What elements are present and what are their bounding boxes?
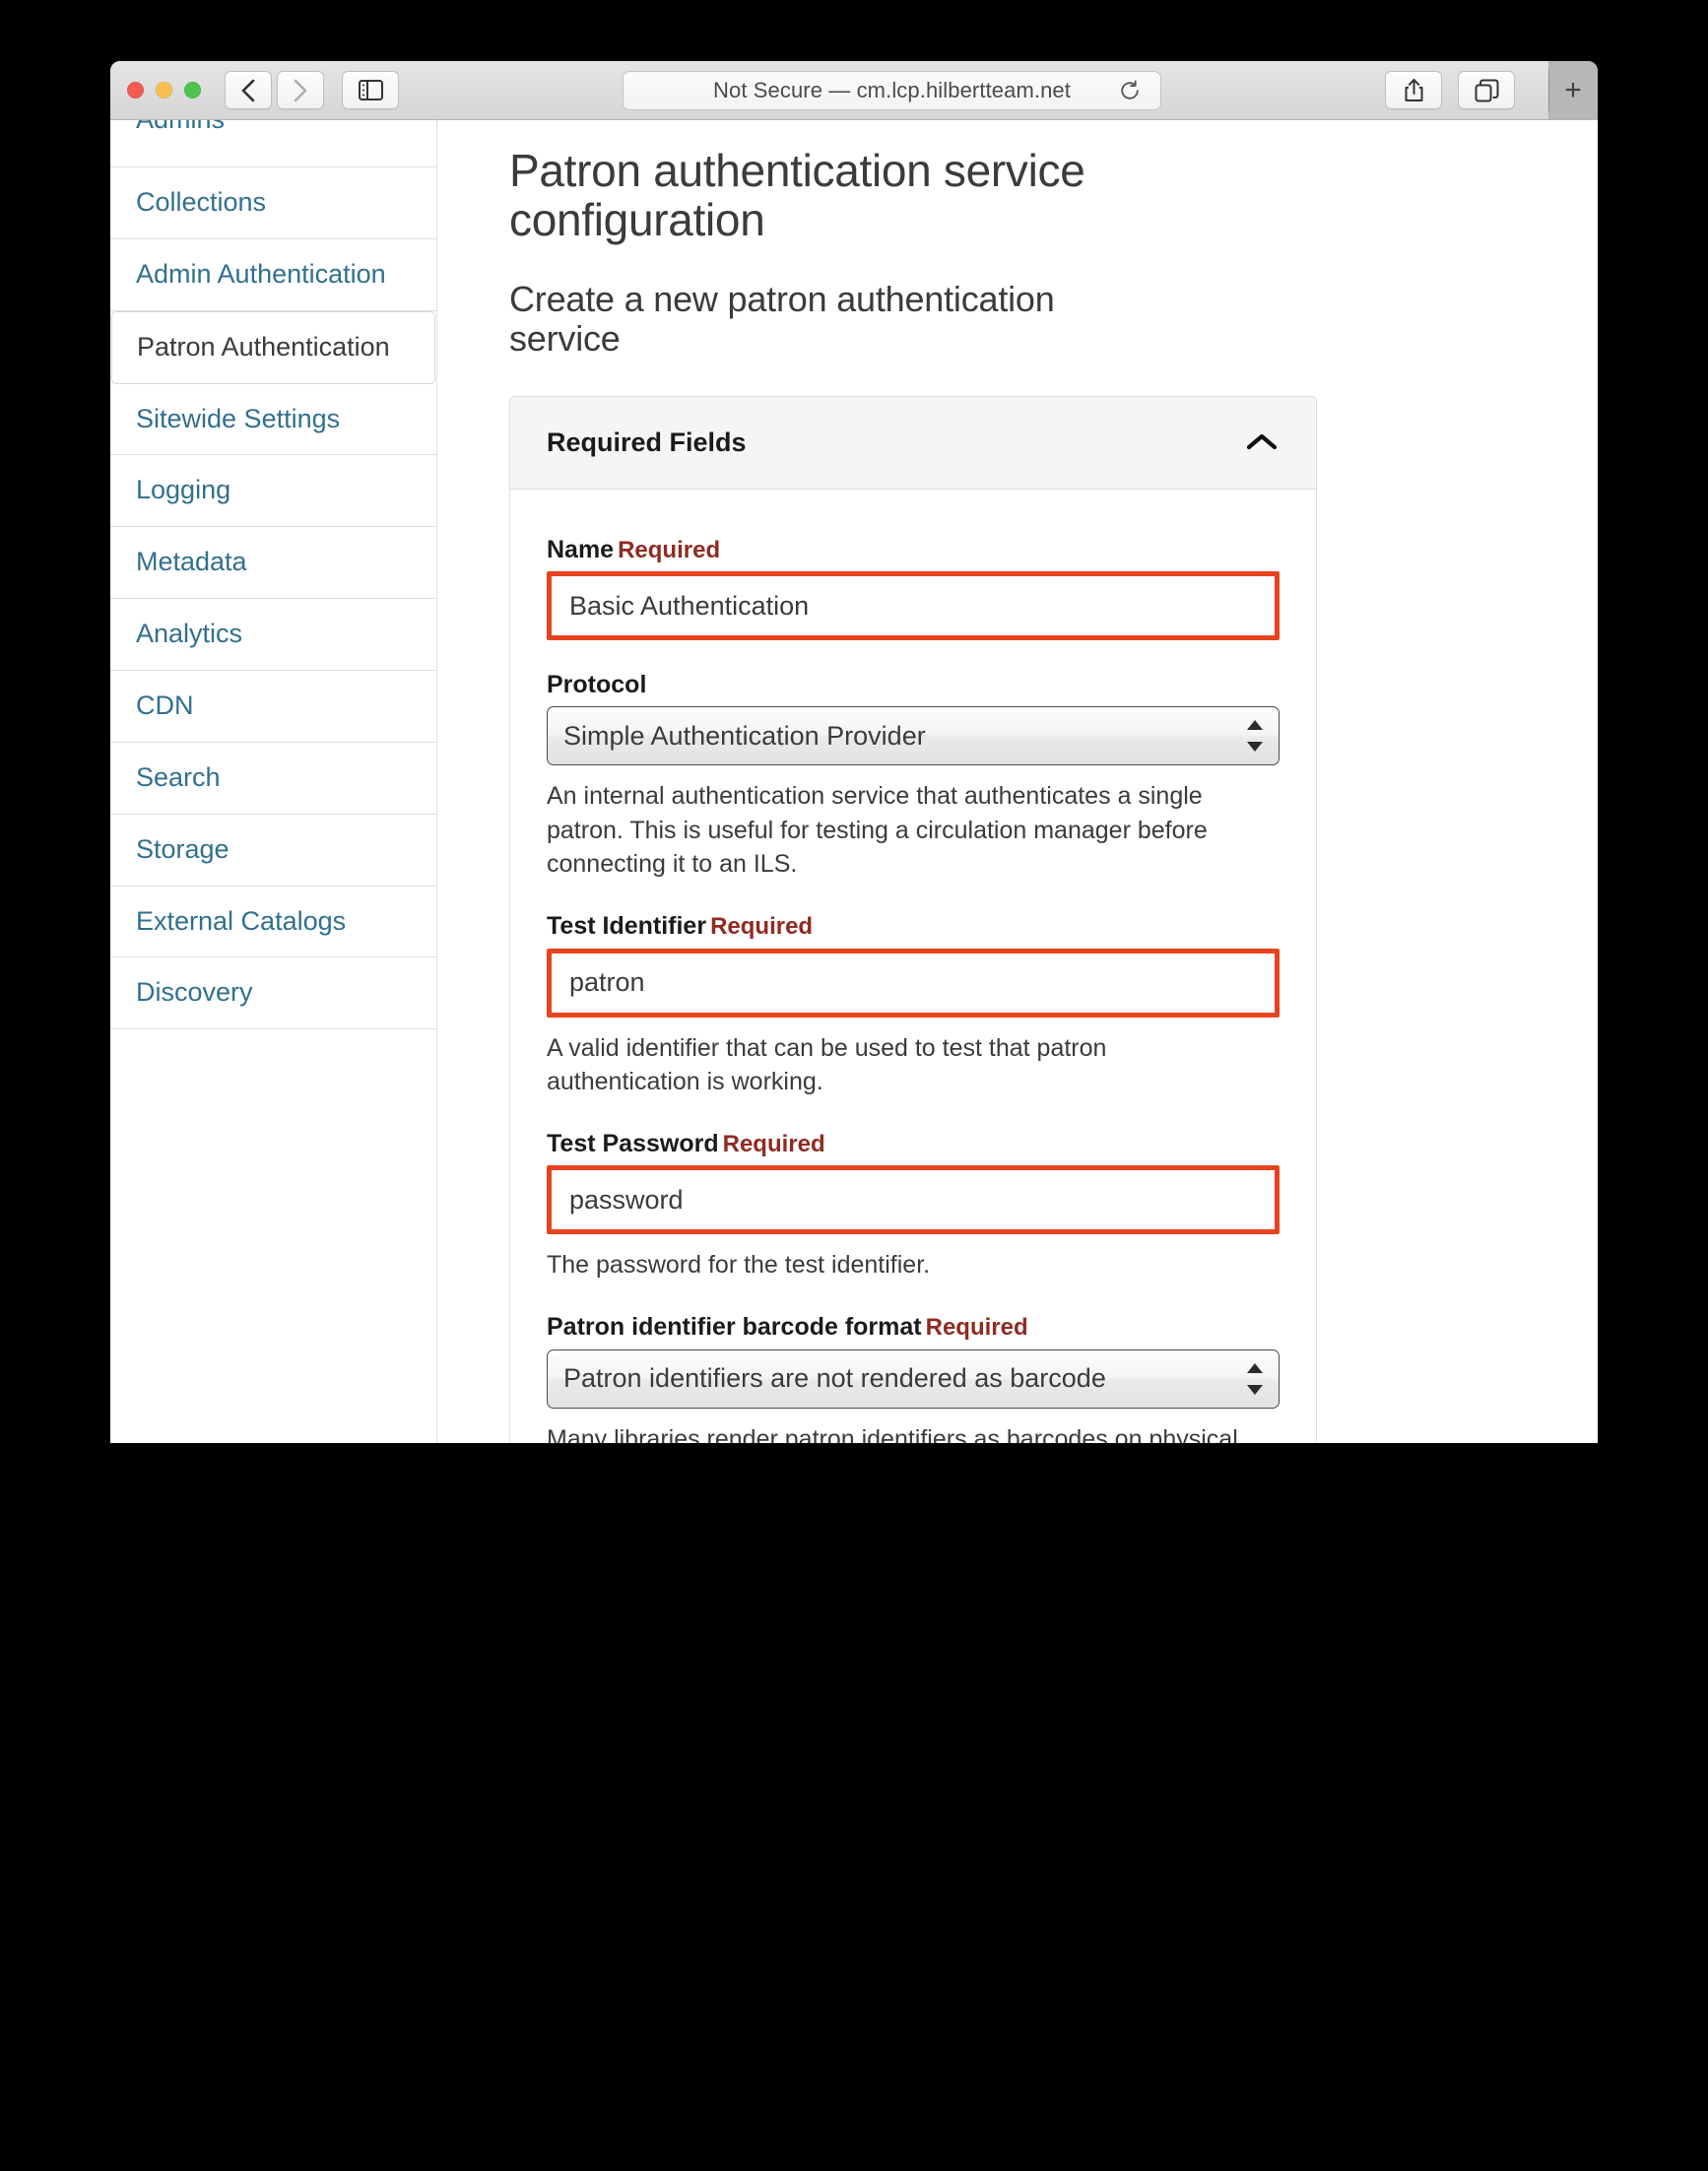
field-name-highlight — [547, 571, 1280, 641]
page-viewport: Admins Collections Admin Authentication … — [110, 120, 1598, 1443]
required-badge: Required — [925, 1313, 1028, 1341]
field-barcode-format-label: Patron identifier barcode format Required — [547, 1312, 1280, 1343]
close-window-button[interactable] — [127, 82, 144, 99]
back-button[interactable] — [225, 71, 272, 109]
chevron-up-icon[interactable] — [1245, 431, 1279, 453]
sidebar-item-analytics[interactable]: Analytics — [110, 599, 436, 672]
address-bar-container: Not Secure — cm.lcp.hilbertteam.net — [399, 70, 1385, 110]
required-badge: Required — [710, 912, 814, 940]
test-identifier-input[interactable] — [552, 953, 1275, 1013]
share-button[interactable] — [1385, 71, 1442, 109]
barcode-format-select[interactable]: Patron identifiers are not rendered as b… — [547, 1349, 1280, 1409]
label-text: Name — [547, 535, 615, 563]
sidebar-item-label: Logging — [136, 475, 231, 505]
sidebar-item-admins[interactable]: Admins — [110, 120, 436, 167]
sidebar-item-sitewide-settings[interactable]: Sitewide Settings — [110, 383, 436, 456]
sidebar-item-cdn[interactable]: CDN — [110, 671, 436, 743]
field-test-identifier-highlight — [547, 948, 1280, 1018]
sidebar-item-label: Admin Authentication — [136, 258, 386, 289]
barcode-format-selected-value: Patron identifiers are not rendered as b… — [563, 1363, 1106, 1394]
label-text: Patron identifier barcode format — [547, 1312, 922, 1341]
field-test-password-help: The password for the test identifier. — [547, 1251, 931, 1280]
sidebar-item-label: CDN — [136, 691, 194, 721]
protocol-select-wrap: Simple Authentication Provider — [547, 706, 1280, 766]
sidebar-item-label: Admins — [136, 120, 436, 136]
new-tab-button[interactable]: + — [1548, 61, 1598, 119]
field-name-label: Name Required — [547, 535, 1280, 565]
sidebar-toggle-button[interactable] — [342, 71, 399, 109]
field-test-identifier-label: Test Identifier Required — [547, 911, 1280, 942]
admin-sidebar: Admins Collections Admin Authentication … — [110, 120, 437, 1443]
tab-overview-icon — [1475, 79, 1498, 101]
label-text: Protocol — [547, 671, 647, 699]
field-protocol-label: Protocol — [547, 670, 1280, 699]
toolbar-right-actions: + — [1385, 61, 1598, 119]
main-content: Patron authentication service configurat… — [437, 120, 1598, 1443]
field-protocol-help: An internal authentication service that … — [547, 782, 1208, 879]
field-test-identifier-help: A valid identifier that can be used to t… — [547, 1033, 1107, 1096]
protocol-selected-value: Simple Authentication Provider — [563, 720, 926, 751]
sidebar-item-metadata[interactable]: Metadata — [110, 527, 436, 600]
browser-window: Not Secure — cm.lcp.hilbertteam.net + Co… — [110, 61, 1598, 1443]
sidebar-item-label: External Catalogs — [136, 905, 347, 936]
page-title: Patron authentication service configurat… — [509, 145, 1085, 245]
sidebar-item-label: Analytics — [136, 619, 243, 649]
chevron-left-icon — [241, 79, 255, 101]
sidebar-item-label: Metadata — [136, 547, 247, 577]
sidebar-toggle-icon — [358, 80, 383, 100]
sidebar-item-admin-authentication[interactable]: Admin Authentication — [110, 238, 436, 311]
required-badge: Required — [618, 536, 721, 563]
window-controls — [127, 82, 201, 99]
sidebar-item-discovery[interactable]: Discovery — [110, 957, 436, 1030]
sidebar-item-label: Search — [136, 761, 221, 792]
test-password-input[interactable] — [552, 1170, 1275, 1230]
sidebar-item-label: Discovery — [136, 977, 253, 1008]
sidebar-item-collections[interactable]: Collections — [110, 167, 436, 239]
sidebar-item-label: Patron Authentication — [137, 331, 390, 362]
field-protocol: Protocol Simple Authentication Provider … — [547, 670, 1280, 882]
name-input[interactable] — [552, 576, 1275, 636]
label-text: Test Password — [547, 1129, 719, 1157]
sidebar-item-label: Collections — [136, 187, 267, 217]
required-badge: Required — [722, 1130, 825, 1157]
field-test-password-label: Test Password Required — [547, 1129, 1280, 1159]
url-text: Not Secure — cm.lcp.hilbertteam.net — [713, 77, 1071, 102]
required-fields-panel-body: NameRequired Protocol Simple — [510, 490, 1316, 1443]
barcode-format-select-wrap: Patron identifiers are not rendered as b… — [547, 1349, 1280, 1409]
sidebar-item-search[interactable]: Search — [110, 742, 436, 815]
sidebar-item-patron-authentication[interactable]: Patron Authentication — [111, 310, 435, 384]
tab-overview-button[interactable] — [1458, 71, 1515, 109]
share-icon — [1405, 78, 1422, 101]
maximize-window-button[interactable] — [184, 82, 201, 99]
address-bar[interactable]: Not Secure — cm.lcp.hilbertteam.net — [623, 70, 1161, 110]
sidebar-item-external-catalogs[interactable]: External Catalogs — [110, 886, 436, 958]
label-text: Test Identifier — [547, 911, 707, 940]
page-subtitle: Create a new patron authentication servi… — [509, 279, 1055, 359]
new-tab-label: + — [1564, 73, 1582, 106]
protocol-select[interactable]: Simple Authentication Provider — [547, 706, 1280, 766]
field-barcode-format-help: Many libraries render patron identifiers… — [547, 1424, 1238, 1443]
field-test-password-highlight — [547, 1165, 1280, 1235]
field-test-identifier: Test IdentifierRequired A valid identifi… — [547, 911, 1280, 1099]
field-barcode-format: Patron identifier barcode format Required… — [547, 1312, 1280, 1443]
panel-title: Required Fields — [547, 427, 747, 457]
forward-button[interactable] — [277, 71, 324, 109]
browser-toolbar: Not Secure — cm.lcp.hilbertteam.net + — [110, 61, 1598, 120]
navigation-buttons — [225, 71, 324, 109]
required-fields-panel-header[interactable]: Required Fields — [510, 396, 1316, 490]
minimize-window-button[interactable] — [156, 82, 172, 99]
chevron-right-icon — [294, 79, 307, 101]
reload-icon[interactable] — [1119, 80, 1141, 101]
required-fields-panel: Required Fields Name Required Basic Auth… — [509, 395, 1317, 1443]
sidebar-item-storage[interactable]: Storage — [110, 814, 436, 887]
sidebar-item-label: Storage — [136, 833, 230, 864]
field-name: Name Required — [547, 535, 1280, 641]
sidebar-nav-list: Admins Collections Admin Authentication … — [110, 120, 436, 1030]
sidebar-item-label: Sitewide Settings — [136, 403, 341, 433]
field-test-password: Test PasswordRequired The password for t… — [547, 1129, 1280, 1283]
sidebar-item-logging[interactable]: Logging — [110, 455, 436, 528]
